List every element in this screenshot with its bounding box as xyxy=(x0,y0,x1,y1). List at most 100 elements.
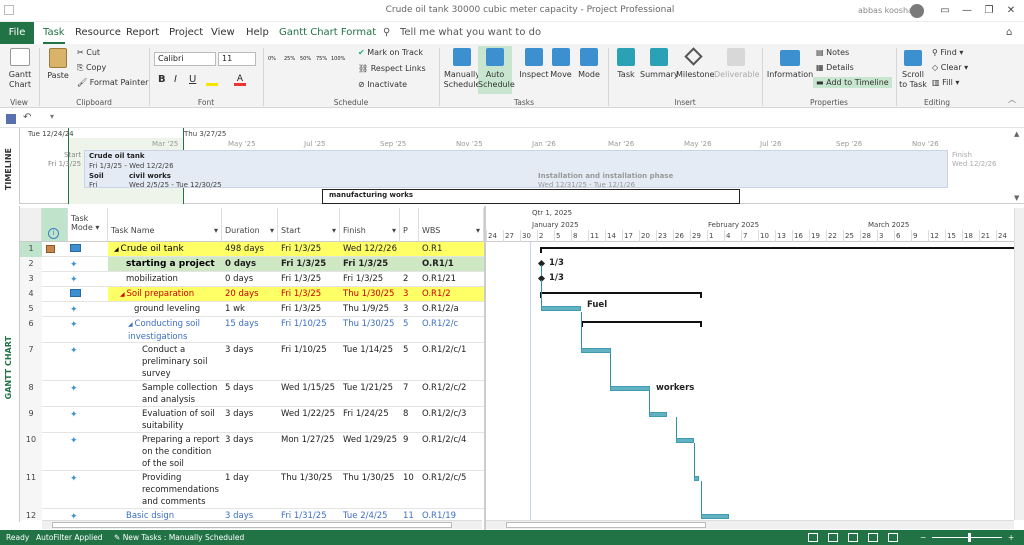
start-cell[interactable]: Fri 1/3/25 xyxy=(278,257,340,271)
finish-cell[interactable]: Fri 1/3/25 xyxy=(340,257,400,271)
predecessor-cell[interactable]: 3 xyxy=(400,287,419,301)
tab-project[interactable]: Project xyxy=(169,22,203,44)
task-bar[interactable] xyxy=(649,412,667,417)
column-header-wbs[interactable]: WBS ▾ xyxy=(419,208,484,242)
start-cell[interactable]: Fri 1/3/25 xyxy=(278,272,340,286)
tab-report[interactable]: Report xyxy=(126,22,159,44)
team-planner-icon[interactable] xyxy=(848,533,858,542)
row-number[interactable]: 5 xyxy=(20,302,42,317)
gantt-chart-button[interactable]: Gantt Chart xyxy=(4,70,36,90)
scroll-thumb[interactable] xyxy=(506,522,706,528)
tab-task[interactable]: Task xyxy=(43,22,65,44)
respect-links-button[interactable]: ⛓ Respect Links xyxy=(358,64,426,73)
column-header-task-name[interactable]: Task Name ▾ xyxy=(108,208,222,242)
italic-button[interactable]: I xyxy=(174,74,177,85)
mode-button[interactable]: Mode xyxy=(574,70,604,80)
summary-bar[interactable] xyxy=(540,292,702,294)
finish-cell[interactable]: Thu 1/30/25 xyxy=(340,287,400,301)
row-number[interactable]: 1 xyxy=(20,242,42,257)
row-number[interactable]: 8 xyxy=(20,381,42,407)
table-row[interactable]: 7 ✦ Conduct a preliminary soil survey 3 day… xyxy=(20,343,484,381)
avatar[interactable] xyxy=(910,4,924,18)
zoom-slider[interactable] xyxy=(932,537,1002,538)
wbs-cell[interactable]: O.R1/1 xyxy=(419,257,484,271)
duration-cell[interactable]: 3 days xyxy=(222,509,278,520)
finish-cell[interactable]: Thu 1/30/25 xyxy=(340,317,400,342)
clear-button[interactable]: ◇ Clear ▾ xyxy=(932,63,968,72)
save-icon[interactable] xyxy=(6,114,16,124)
collapse-ribbon-icon[interactable]: ︿ xyxy=(1008,94,1016,105)
table-row[interactable]: 2 ✦ starting a project 0 days Fri 1/3/25 Fri … xyxy=(20,257,484,272)
table-row[interactable]: 5 ✦ ground leveling 1 wk Fri 1/3/25 Thu 1/9/2… xyxy=(20,302,484,317)
start-cell[interactable]: Fri 1/10/25 xyxy=(278,317,340,342)
wbs-cell[interactable]: O.R1/2/c/4 xyxy=(419,433,484,470)
start-cell[interactable]: Fri 1/3/25 xyxy=(278,302,340,316)
resource-sheet-icon[interactable] xyxy=(868,533,878,542)
column-header-start[interactable]: Start ▾ xyxy=(278,208,340,242)
mark-on-track-button[interactable]: ✔ Mark on Track xyxy=(358,48,423,57)
summary-bar[interactable] xyxy=(581,321,702,323)
start-cell[interactable]: Fri 1/31/25 xyxy=(278,509,340,520)
zoom-out-icon[interactable]: − xyxy=(920,530,926,545)
task-bar[interactable] xyxy=(694,476,699,481)
tab-file[interactable]: File xyxy=(0,22,34,44)
task-name-cell[interactable]: ◢ Soil preparation xyxy=(108,287,222,301)
table-row[interactable]: 10 ✦ Preparing a report on the condition o… xyxy=(20,433,484,471)
customize-toolbar-icon[interactable]: ▾ xyxy=(50,112,54,121)
pct-75-button[interactable]: 75% xyxy=(316,56,327,62)
table-row[interactable]: 8 ✦ Sample collection and analysis 5 days We… xyxy=(20,381,484,407)
task-bar[interactable] xyxy=(610,386,650,391)
notes-button[interactable]: ▤ Notes xyxy=(816,48,849,57)
tab-gantt-chart-format[interactable]: Gantt Chart Format xyxy=(279,22,376,44)
wbs-cell[interactable]: O.R1 xyxy=(419,242,484,256)
share-icon[interactable]: ⌂ xyxy=(1006,27,1012,38)
duration-cell[interactable]: 3 days xyxy=(222,343,278,380)
task-name-cell[interactable]: starting a project xyxy=(108,257,222,271)
pct-25-button[interactable]: 25% xyxy=(284,56,295,62)
table-row[interactable]: 6 ✦ ◢ Conducting soil investigations 15 day… xyxy=(20,317,484,343)
table-row[interactable]: 12 ✦ Basic dsign 3 days Fri 1/31/25 Tue 2/4/2… xyxy=(20,509,484,520)
task-name-cell[interactable]: Evaluation of soil suitability xyxy=(108,407,222,432)
finish-cell[interactable]: Tue 2/4/25 xyxy=(340,509,400,520)
duration-cell[interactable]: 1 day xyxy=(222,471,278,508)
table-hscroll[interactable] xyxy=(42,520,482,529)
table-row[interactable]: 9 ✦ Evaluation of soil suitability 3 days We… xyxy=(20,407,484,433)
close-icon[interactable]: ✕ xyxy=(1000,3,1022,19)
gantt-chart-icon[interactable] xyxy=(10,48,30,66)
zoom-in-icon[interactable]: + xyxy=(1008,530,1014,545)
finish-cell[interactable]: Tue 1/21/25 xyxy=(340,381,400,406)
task-name-cell[interactable]: ◢ Crude oil tank xyxy=(108,242,222,256)
wbs-cell[interactable]: O.R1/19 xyxy=(419,509,484,520)
format-painter-button[interactable]: 🖌 Format Painter xyxy=(77,78,148,87)
paste-icon[interactable] xyxy=(49,48,67,68)
start-cell[interactable]: Thu 1/30/25 xyxy=(278,471,340,508)
restore-icon[interactable]: ❐ xyxy=(978,3,1000,19)
duration-cell[interactable]: 20 days xyxy=(222,287,278,301)
row-number[interactable]: 3 xyxy=(20,272,42,287)
task-name-cell[interactable]: mobilization xyxy=(108,272,222,286)
finish-cell[interactable]: Fri 1/24/25 xyxy=(340,407,400,432)
wbs-cell[interactable]: O.R1/2/c/1 xyxy=(419,343,484,380)
task-bar[interactable] xyxy=(541,306,581,311)
duration-cell[interactable]: 0 days xyxy=(222,257,278,271)
status-autofilter[interactable]: AutoFilter Applied xyxy=(36,530,103,545)
tab-resource[interactable]: Resource xyxy=(75,22,121,44)
wbs-cell[interactable]: O.R1/21 xyxy=(419,272,484,286)
ribbon-options-icon[interactable]: ▭ xyxy=(934,3,956,19)
predecessor-cell[interactable]: 8 xyxy=(400,407,419,432)
gantt-view-icon[interactable] xyxy=(808,533,818,542)
predecessor-cell[interactable]: 5 xyxy=(400,343,419,380)
timeline-scroll-down[interactable]: ▼ xyxy=(1014,194,1019,202)
row-number[interactable]: 7 xyxy=(20,343,42,381)
insert-deliverable-button[interactable]: Deliverable xyxy=(714,70,760,80)
start-cell[interactable]: Wed 1/22/25 xyxy=(278,407,340,432)
duration-cell[interactable]: 5 days xyxy=(222,381,278,406)
finish-cell[interactable]: Tue 1/14/25 xyxy=(340,343,400,380)
wbs-cell[interactable]: O.R1/2/c/5 xyxy=(419,471,484,508)
predecessor-cell[interactable]: 5 xyxy=(400,317,419,342)
table-row[interactable]: 1 ◢ Crude oil tank 498 days Fri 1/3/25 Wed 1… xyxy=(20,242,484,257)
task-name-cell[interactable]: Preparing a report on the condition of t… xyxy=(108,433,222,470)
predecessor-cell[interactable]: 3 xyxy=(400,302,419,316)
find-button[interactable]: ⚲ Find ▾ xyxy=(932,48,963,57)
highlight-color-icon[interactable] xyxy=(206,74,218,86)
